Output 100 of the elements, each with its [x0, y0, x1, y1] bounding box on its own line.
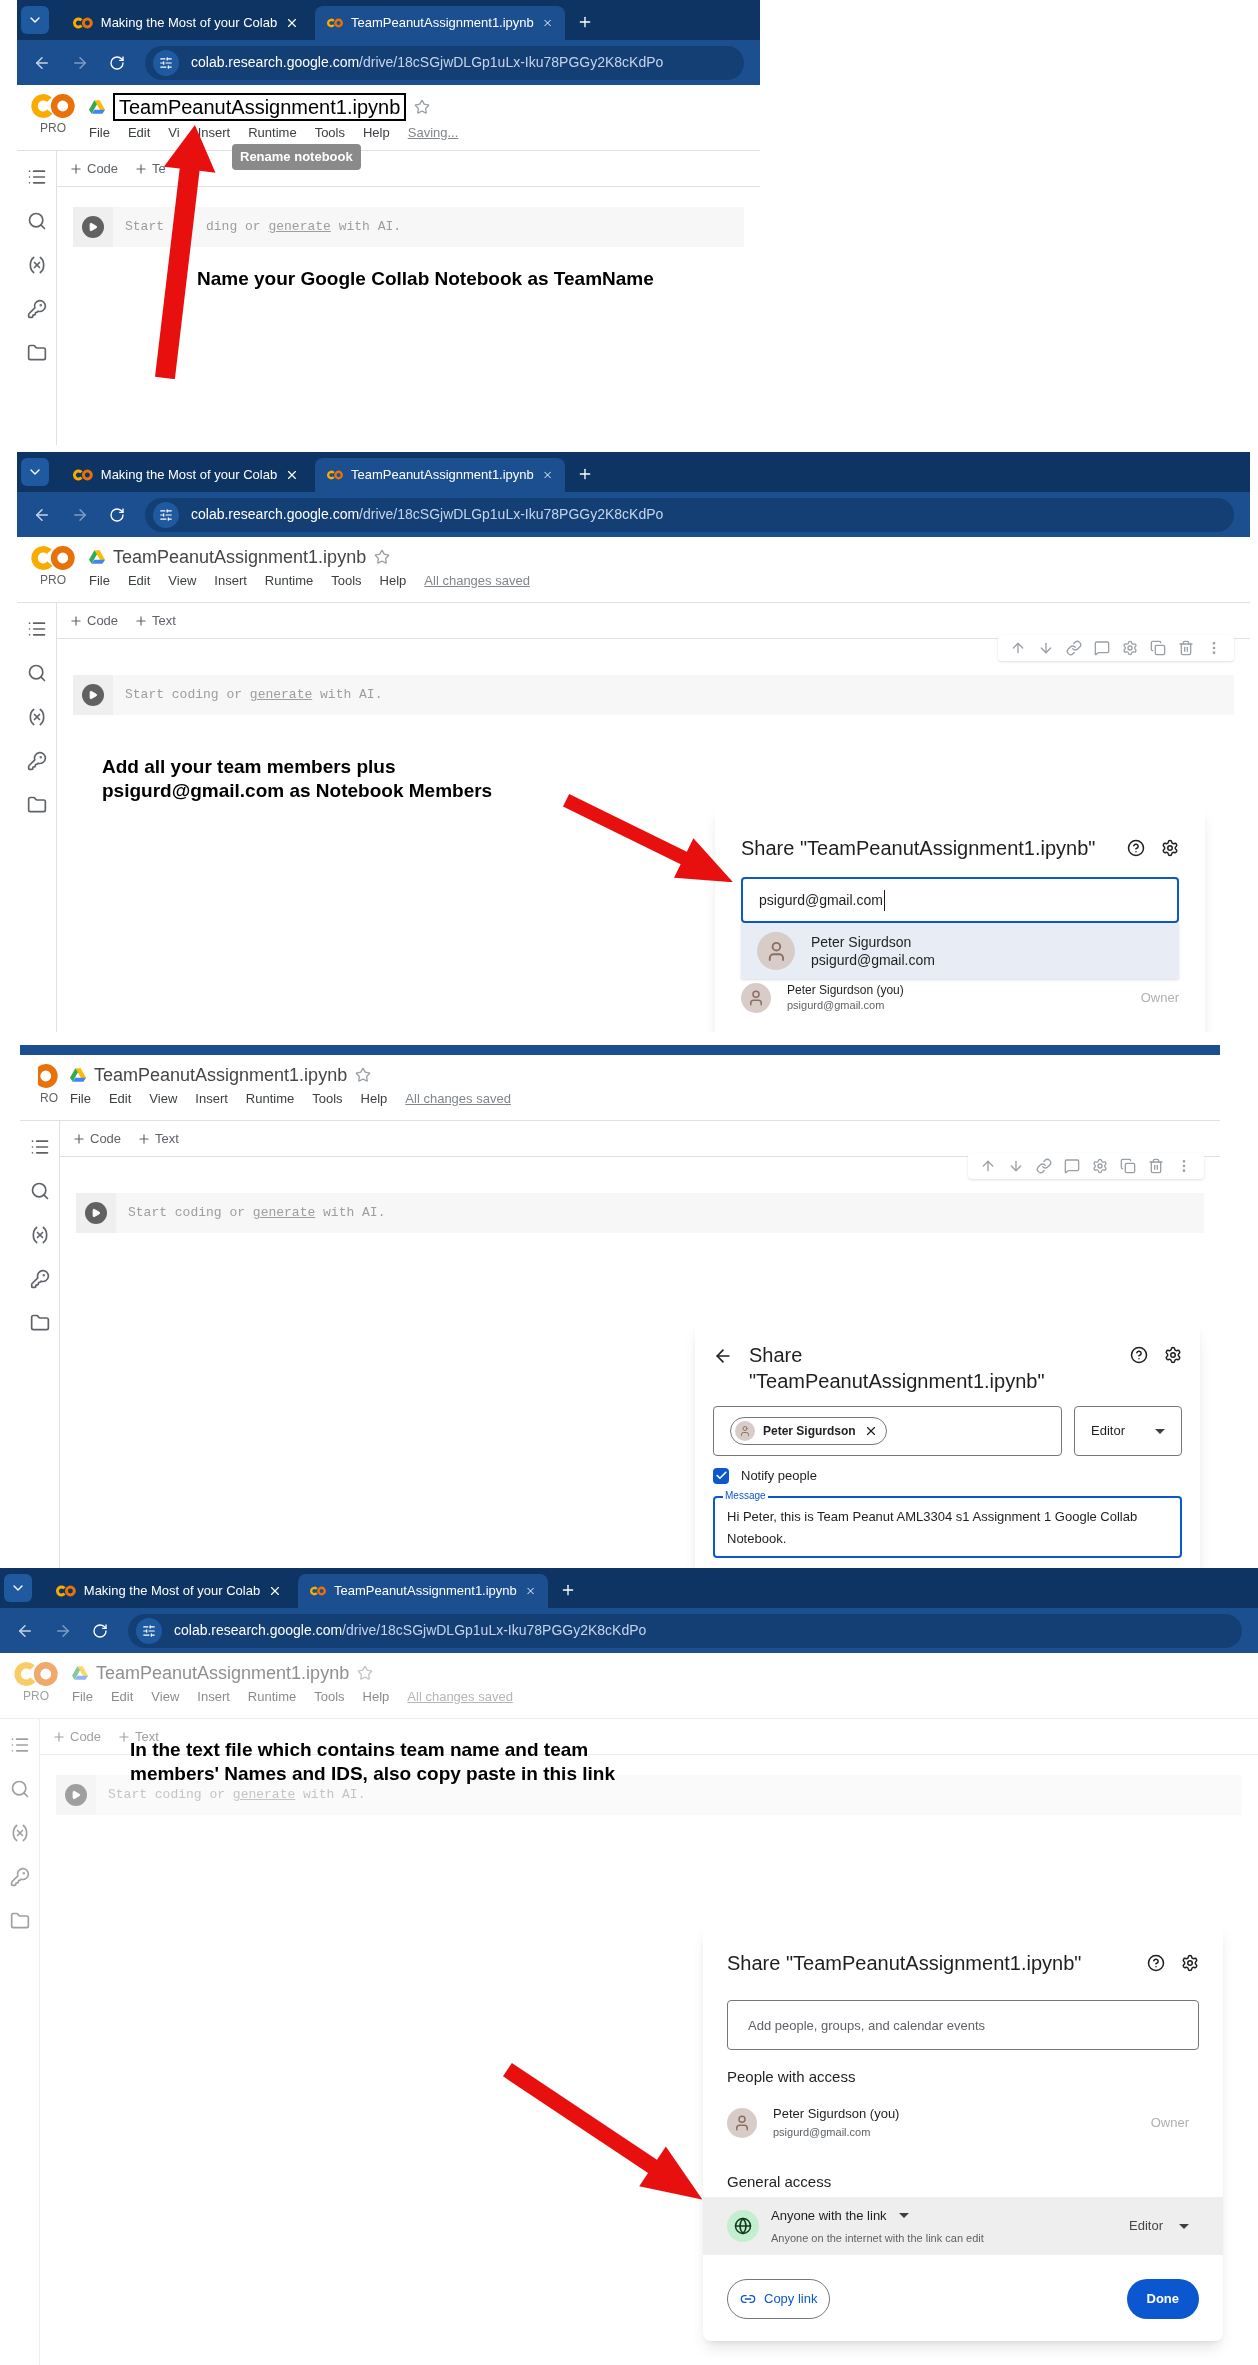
add-cell-button[interactable]: Code — [69, 610, 119, 631]
folder-icon[interactable] — [26, 343, 47, 363]
new-tab-icon[interactable] — [577, 466, 593, 482]
menu-item[interactable]: Tools — [314, 1687, 345, 1707]
folder-icon[interactable] — [9, 1911, 30, 1931]
add-cell-button[interactable]: Text — [134, 610, 176, 631]
menu-item[interactable]: Edit — [127, 123, 151, 143]
browser-tab[interactable]: TeamPeanutAssignment1.ipynb — [315, 458, 565, 492]
search-icon[interactable] — [29, 1181, 50, 1201]
key-icon[interactable] — [9, 1867, 30, 1887]
role-dropdown[interactable]: Editor — [1129, 2216, 1199, 2236]
link-icon[interactable] — [1036, 1158, 1052, 1174]
key-icon[interactable] — [29, 1269, 50, 1289]
reload-icon[interactable] — [92, 1622, 108, 1639]
star-icon[interactable] — [374, 549, 391, 565]
trash-icon[interactable] — [1178, 640, 1194, 656]
menu-item[interactable]: Vi — [168, 123, 180, 143]
notebook-title-field[interactable]: TeamPeanutAssignment1.ipynb — [94, 1063, 348, 1087]
settings-icon[interactable] — [1161, 839, 1179, 857]
star-icon[interactable] — [355, 1067, 372, 1083]
add-cell-button[interactable]: Code — [72, 1128, 122, 1149]
role-dropdown[interactable]: Editor — [1074, 1406, 1182, 1456]
table-of-contents-icon[interactable] — [29, 1137, 50, 1157]
run-icon[interactable] — [82, 684, 104, 706]
menu-item[interactable]: Runtime — [264, 571, 314, 591]
table-of-contents-icon[interactable] — [26, 167, 47, 187]
notebook-title-field[interactable]: TeamPeanutAssignment1.ipynb — [113, 545, 367, 569]
tab-list-button[interactable] — [21, 6, 49, 34]
menu-item[interactable]: Tools — [314, 123, 345, 143]
save-status[interactable]: Saving... — [407, 123, 459, 143]
site-settings-icon[interactable] — [159, 507, 173, 522]
help-icon[interactable] — [1130, 1346, 1148, 1364]
done-button[interactable]: Done — [1126, 2279, 1199, 2319]
address-bar[interactable]: colab.research.google.com/drive/18cSGjwDLGp1uLx-Iku78PGGy2K8cKdPo — [145, 497, 1234, 532]
search-icon[interactable] — [26, 211, 47, 231]
save-status[interactable]: All changes saved — [405, 1089, 511, 1109]
menu-item[interactable]: Help — [362, 1687, 390, 1707]
address-bar[interactable]: colab.research.google.com/drive/18cSGjwDLGp1uLx-Iku78PGGy2K8cKdPo — [145, 45, 744, 80]
comment-icon[interactable] — [1094, 640, 1110, 656]
address-bar[interactable]: colab.research.google.com/drive/18cSGjwDLGp1uLx-Iku78PGGy2K8cKdPo — [128, 1613, 1242, 1648]
menu-item[interactable]: Tools — [312, 1089, 343, 1109]
folder-icon[interactable] — [26, 795, 47, 815]
help-icon[interactable] — [1147, 1954, 1165, 1972]
run-icon[interactable] — [85, 1202, 107, 1224]
menu-item[interactable]: Edit — [108, 1089, 132, 1109]
menu-item[interactable]: Help — [379, 571, 407, 591]
close-icon[interactable] — [268, 1584, 282, 1598]
menu-item[interactable]: File — [89, 123, 110, 143]
table-of-contents-icon[interactable] — [9, 1735, 30, 1755]
settings-icon[interactable] — [1164, 1346, 1182, 1364]
menu-item[interactable]: View — [168, 571, 197, 591]
table-of-contents-icon[interactable] — [26, 619, 47, 639]
star-icon[interactable] — [414, 99, 431, 115]
settings-icon[interactable] — [1181, 1954, 1199, 1972]
people-input-field[interactable]: Peter Sigurdson — [713, 1406, 1062, 1456]
run-icon[interactable] — [65, 1784, 87, 1806]
menu-item[interactable]: Runtime — [247, 1687, 297, 1707]
site-settings-icon[interactable] — [159, 55, 173, 70]
menu-item[interactable]: Runtime — [245, 1089, 295, 1109]
menu-item[interactable]: Runtime — [248, 123, 297, 143]
new-tab-icon[interactable] — [577, 14, 593, 30]
menu-item[interactable]: Tools — [331, 571, 362, 591]
copy-icon[interactable] — [1120, 1158, 1136, 1174]
add-cell-button[interactable]: Te — [134, 158, 166, 179]
copy-icon[interactable] — [1150, 640, 1166, 656]
menu-item[interactable]: Insert — [195, 1089, 228, 1109]
folder-icon[interactable] — [29, 1313, 50, 1333]
link-icon[interactable] — [1066, 640, 1082, 656]
menu-item[interactable]: Edit — [127, 571, 151, 591]
menu-item[interactable]: Help — [363, 123, 390, 143]
add-cell-button[interactable]: Code — [69, 158, 119, 179]
menu-item[interactable]: Insert — [197, 123, 231, 143]
reload-icon[interactable] — [109, 506, 125, 523]
menu-item[interactable]: View — [149, 1089, 178, 1109]
trash-icon[interactable] — [1148, 1158, 1164, 1174]
menu-item[interactable]: Edit — [110, 1687, 134, 1707]
menu-item[interactable]: View — [151, 1687, 180, 1707]
reload-icon[interactable] — [109, 54, 125, 71]
site-settings-icon[interactable] — [142, 1623, 156, 1638]
browser-tab[interactable]: TeamPeanutAssignment1.ipynb — [315, 6, 565, 40]
browser-tab[interactable]: TeamPeanutAssignment1.ipynb — [298, 1574, 548, 1608]
run-icon[interactable] — [82, 216, 104, 238]
menu-item[interactable]: Insert — [214, 571, 247, 591]
search-icon[interactable] — [9, 1779, 30, 1799]
checkbox[interactable] — [713, 1467, 729, 1484]
key-icon[interactable] — [26, 299, 47, 319]
menu-item[interactable]: File — [70, 1089, 91, 1109]
new-tab-icon[interactable] — [560, 1582, 576, 1598]
tab-list-button[interactable] — [4, 1574, 32, 1602]
contact-suggestion[interactable]: Peter Sigurdson psigurd@gmail.com — [741, 923, 1179, 979]
menu-item[interactable]: File — [89, 571, 110, 591]
help-icon[interactable] — [1127, 839, 1145, 857]
add-cell-button[interactable]: Text — [137, 1128, 179, 1149]
people-input-field[interactable]: Add people, groups, and calendar events — [727, 2000, 1199, 2050]
notebook-title-field[interactable]: TeamPeanutAssignment1.ipynb — [113, 93, 407, 121]
close-icon[interactable] — [285, 468, 299, 482]
tab-list-button[interactable] — [21, 458, 49, 486]
star-icon[interactable] — [357, 1665, 374, 1681]
key-icon[interactable] — [26, 751, 47, 771]
comment-icon[interactable] — [1064, 1158, 1080, 1174]
